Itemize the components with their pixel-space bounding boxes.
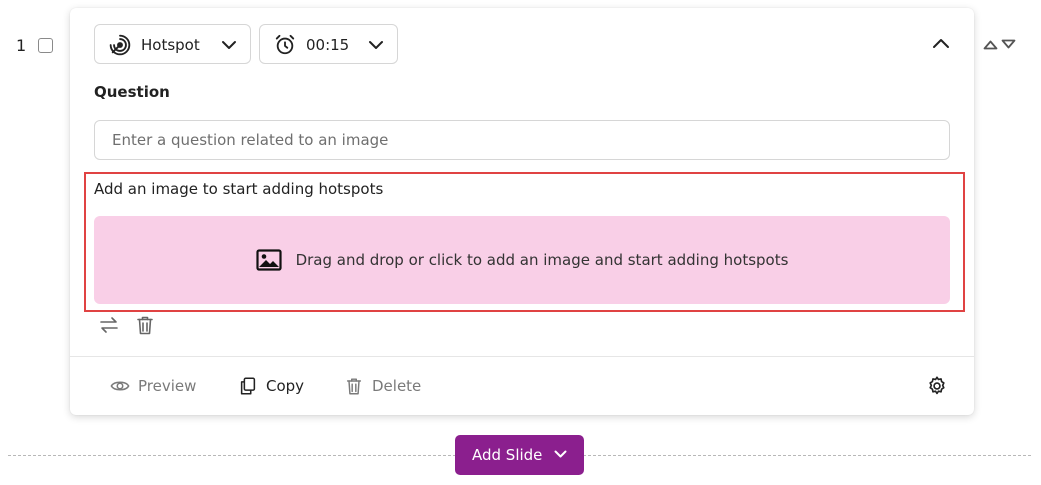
delete-label: Delete [372, 377, 422, 395]
question-label: Question [94, 83, 170, 101]
hotspot-image-section: Add an image to start adding hotspots Dr… [84, 172, 965, 312]
slide-select-checkbox[interactable] [38, 38, 53, 53]
gear-icon[interactable] [926, 375, 948, 397]
alarm-clock-icon [275, 34, 295, 55]
slide-reorder-controls [983, 38, 1023, 52]
image-dropzone[interactable]: Drag and drop or click to add an image a… [94, 216, 950, 304]
chevron-down-icon [554, 450, 567, 458]
image-icon [255, 249, 282, 271]
copy-button[interactable]: Copy [238, 374, 304, 398]
copy-label: Copy [266, 377, 305, 395]
delete-button[interactable]: Delete [344, 374, 421, 398]
time-limit-select[interactable]: 00:15 [259, 24, 398, 64]
question-type-label: Hotspot [141, 36, 200, 54]
slide-card: Hotspot 00:15 Question Add an image to s… [70, 8, 974, 415]
add-slide-label: Add Slide [472, 446, 543, 464]
footer-divider [70, 356, 974, 357]
hotspot-icon [109, 34, 131, 56]
move-up-icon[interactable] [983, 38, 998, 51]
swap-icon[interactable] [98, 314, 120, 336]
hotspot-section-title: Add an image to start adding hotspots [94, 180, 384, 198]
time-limit-label: 00:15 [306, 36, 350, 54]
trash-icon[interactable] [134, 314, 156, 336]
question-type-select[interactable]: Hotspot [94, 24, 251, 64]
dropzone-text: Drag and drop or click to add an image a… [295, 251, 789, 269]
preview-label: Preview [138, 377, 197, 395]
slide-number: 1 [16, 36, 27, 55]
add-slide-button[interactable]: Add Slide [455, 435, 584, 475]
chevron-down-icon [369, 41, 383, 49]
chevron-up-icon[interactable] [932, 36, 950, 50]
preview-button[interactable]: Preview [110, 374, 196, 398]
trash-icon [346, 378, 362, 395]
eye-icon [110, 381, 130, 391]
move-down-icon[interactable] [1001, 38, 1016, 51]
copy-icon [240, 377, 256, 395]
question-input[interactable] [94, 120, 950, 160]
chevron-down-icon [222, 41, 236, 49]
